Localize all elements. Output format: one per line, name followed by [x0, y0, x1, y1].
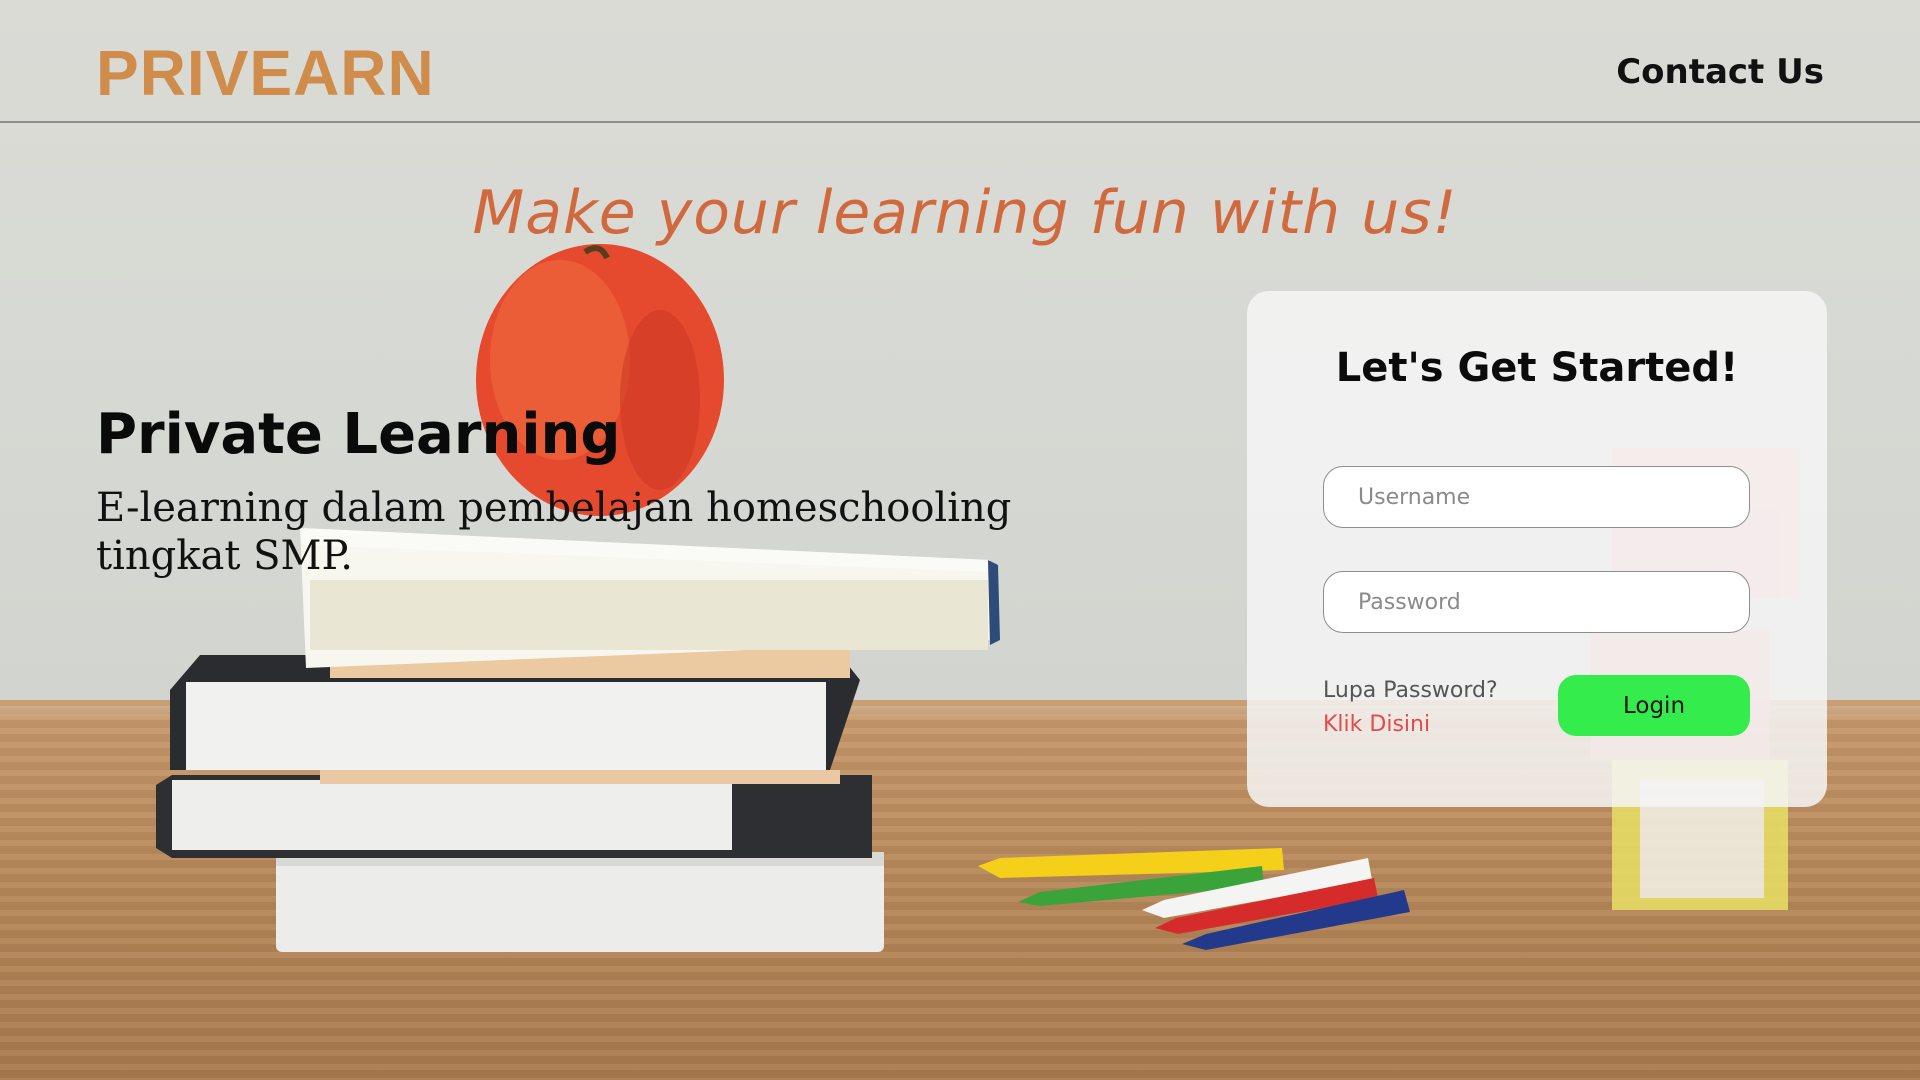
username-input[interactable]	[1323, 466, 1750, 528]
login-button[interactable]: Login	[1558, 675, 1750, 736]
page-root: PRIVEARN Contact Us Make your learning f…	[0, 0, 1920, 1080]
contact-us-link[interactable]: Contact Us	[1616, 52, 1824, 92]
apple-illustration	[476, 244, 724, 516]
crayons-illustration	[978, 848, 1410, 950]
forgot-password-label: Lupa Password?	[1323, 678, 1498, 703]
hero-subtitle: E-learning dalam pembelajan homeschoolin…	[96, 485, 1012, 579]
brand-logo[interactable]: PRIVEARN	[96, 36, 435, 110]
book-stack-illustration	[156, 528, 1000, 952]
forgot-password-link[interactable]: Klik Disini	[1323, 712, 1430, 737]
login-card: Let's Get Started! Lupa Password? Klik D…	[1247, 291, 1827, 807]
tagline: Make your learning fun with us!	[472, 178, 1458, 248]
login-card-title: Let's Get Started!	[1335, 345, 1739, 391]
password-input[interactable]	[1323, 571, 1750, 633]
hero-title: Private Learning	[96, 402, 621, 467]
top-navbar: PRIVEARN Contact Us	[0, 0, 1920, 123]
